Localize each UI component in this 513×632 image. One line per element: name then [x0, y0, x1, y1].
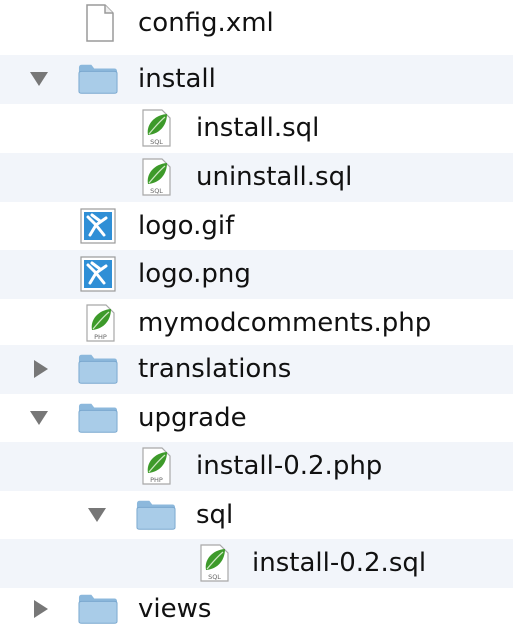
php-badge-text: PHP — [94, 333, 107, 341]
sql-badge-text: SQL — [208, 573, 221, 581]
tree-row-translations[interactable]: translations — [0, 345, 513, 394]
tree-row-install-sql[interactable]: SQL install.sql — [0, 104, 513, 153]
tree-row-views[interactable]: views — [0, 585, 513, 632]
tree-row-label: uninstall.sql — [196, 162, 353, 193]
sql-file-icon: SQL — [136, 157, 176, 197]
tree-row-label: mymodcomments.php — [138, 308, 432, 339]
tree-row-install-0-2-sql[interactable]: SQL install-0.2.sql — [0, 539, 513, 588]
tree-row-label: config.xml — [138, 7, 274, 38]
folder-icon — [78, 59, 118, 99]
tree-row-install[interactable]: install — [0, 55, 513, 104]
tree-row-config-xml[interactable]: config.xml — [0, 0, 513, 45]
tree-row-label: upgrade — [138, 403, 247, 434]
tree-row-uninstall-sql[interactable]: SQL uninstall.sql — [0, 153, 513, 202]
folder-icon — [78, 349, 118, 389]
document-icon — [80, 3, 120, 43]
disclosure-triangle-expanded-icon[interactable] — [86, 504, 108, 526]
disclosure-triangle-expanded-icon[interactable] — [28, 407, 50, 429]
php-file-icon: PHP — [136, 446, 176, 486]
sql-badge-text: SQL — [150, 187, 163, 195]
tree-row-mymodcomments-php[interactable]: PHP mymodcomments.php — [0, 299, 513, 348]
file-tree: config.xml install SQL install.sql SQL u… — [0, 0, 513, 632]
disclosure-triangle-collapsed-icon[interactable] — [30, 358, 52, 380]
tree-row-label: install — [138, 64, 216, 95]
folder-icon — [78, 398, 118, 438]
tree-row-label: logo.gif — [138, 211, 235, 242]
tree-row-logo-png[interactable]: logo.png — [0, 250, 513, 299]
image-file-icon — [78, 206, 118, 246]
disclosure-triangle-collapsed-icon[interactable] — [30, 598, 52, 620]
tree-row-label: views — [138, 594, 212, 625]
tree-row-label: sql — [196, 500, 234, 531]
sql-file-icon: SQL — [136, 108, 176, 148]
tree-row-upgrade[interactable]: upgrade — [0, 394, 513, 443]
tree-row-install-0-2-php[interactable]: PHP install-0.2.php — [0, 442, 513, 491]
tree-row-label: logo.png — [138, 259, 251, 290]
tree-row-label: install.sql — [196, 113, 320, 144]
tree-row-label: translations — [138, 354, 292, 385]
tree-row-logo-gif[interactable]: logo.gif — [0, 202, 513, 251]
tree-row-label: install-0.2.sql — [252, 548, 427, 579]
php-file-icon: PHP — [80, 303, 120, 343]
folder-icon — [136, 495, 176, 535]
sql-file-icon: SQL — [194, 543, 234, 583]
tree-row-label: install-0.2.php — [196, 451, 383, 482]
folder-icon — [78, 589, 118, 629]
disclosure-triangle-expanded-icon[interactable] — [28, 68, 50, 90]
tree-row-sql-folder[interactable]: sql — [0, 491, 513, 540]
sql-badge-text: SQL — [150, 138, 163, 146]
image-file-icon — [78, 254, 118, 294]
php-badge-text: PHP — [150, 476, 163, 484]
